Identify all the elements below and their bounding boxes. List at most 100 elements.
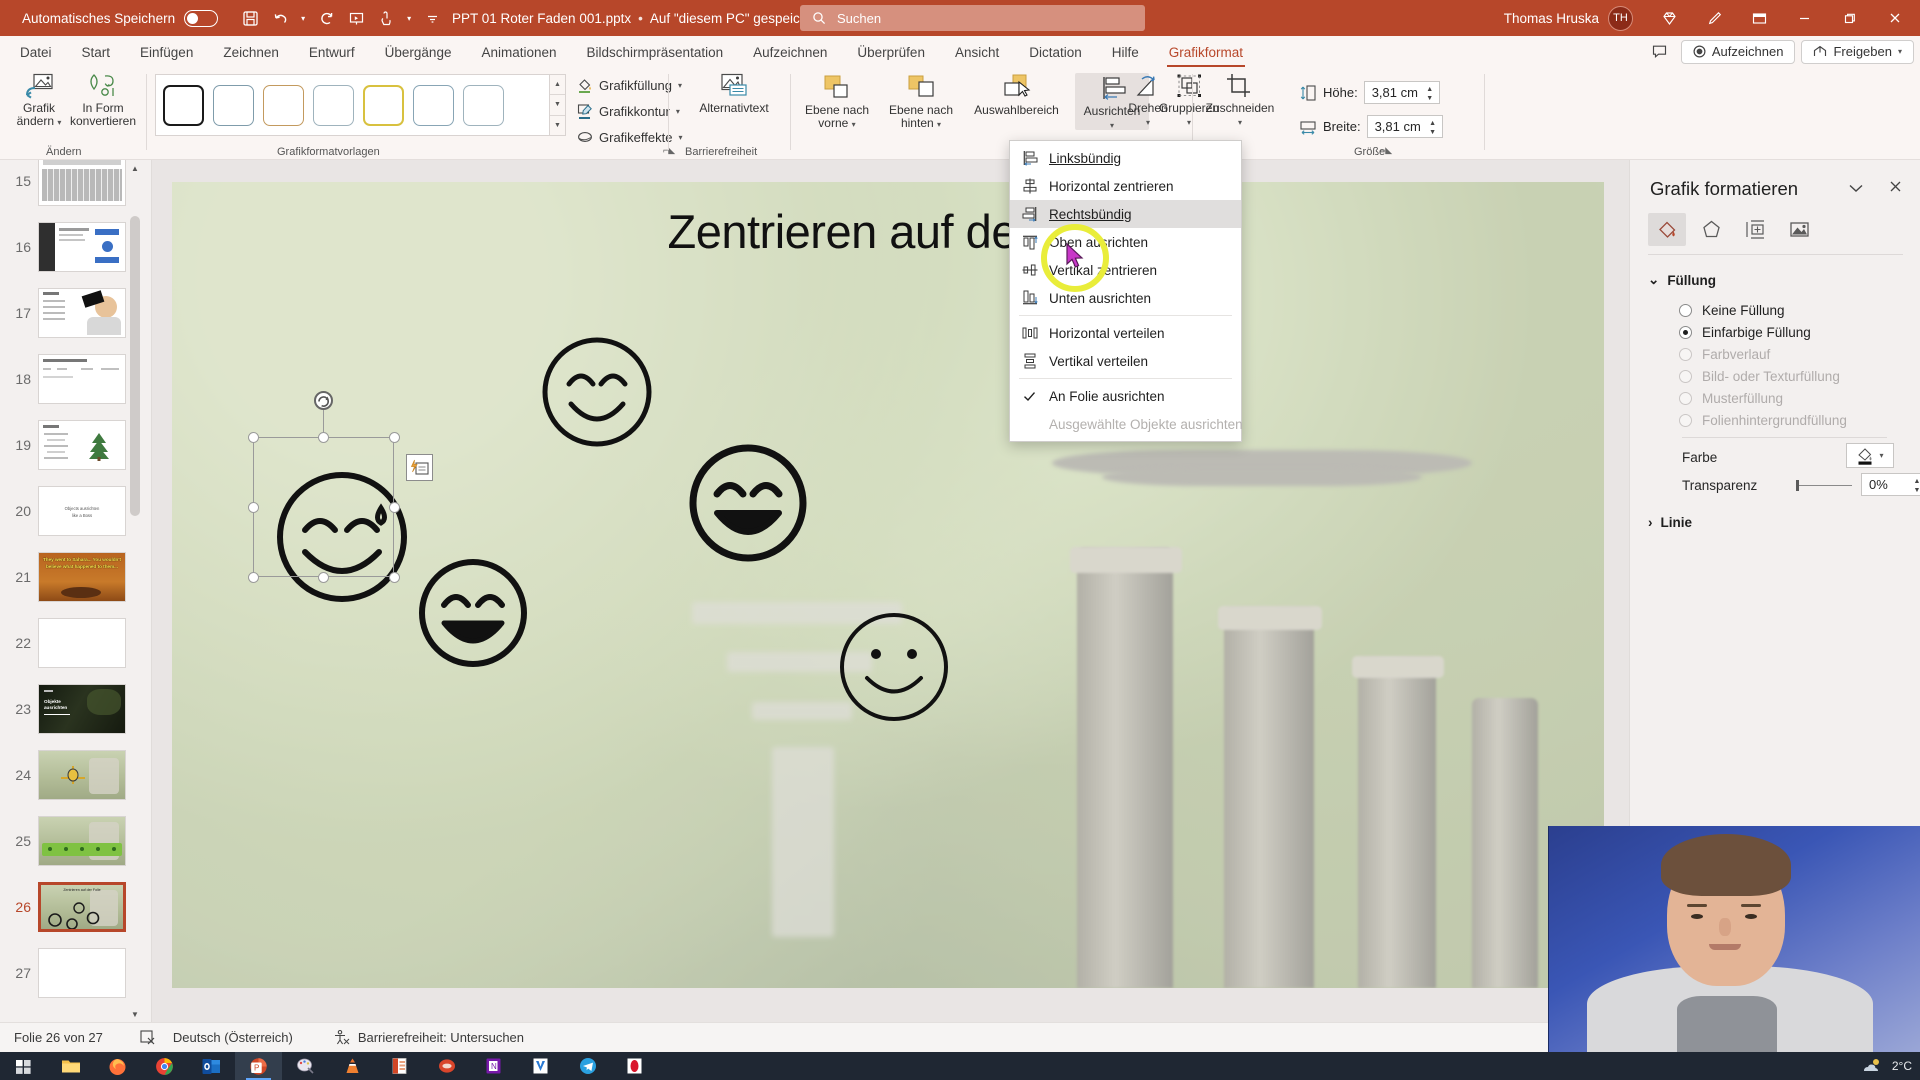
picture-effects-button[interactable]: Grafikeffekte ▾ — [577, 129, 682, 145]
tab-einfuegen[interactable]: Einfügen — [125, 38, 208, 67]
bring-forward-button[interactable]: Ebene nach vorne ▾ — [796, 73, 878, 131]
emoji-grinning-squint-face[interactable] — [537, 332, 657, 452]
menu-item-align-to-slide[interactable]: An Folie ausrichten — [1010, 382, 1241, 410]
thumbnail-slide-15[interactable] — [38, 160, 126, 206]
resize-handle-se[interactable] — [388, 571, 400, 583]
thumbnail-scrollbar[interactable]: ▲ ▼ — [128, 160, 142, 1022]
opera-icon[interactable] — [611, 1052, 658, 1080]
thumbnail-slide-25[interactable] — [38, 816, 126, 866]
width-stepper[interactable]: ▲ ▼ — [1427, 117, 1439, 138]
thumb-scroll-up-icon[interactable]: ▲ — [128, 160, 142, 176]
thumbnail-slide-18[interactable] — [38, 354, 126, 404]
thumbnail-slide-26[interactable]: Zentrieren auf der Folie — [38, 882, 126, 932]
picture-fill-button[interactable]: Grafikfüllung ▾ — [577, 77, 682, 93]
size-dialog-launcher-icon[interactable]: ⌐◣ — [1380, 145, 1392, 156]
minimize-button[interactable] — [1783, 0, 1826, 36]
thumb-scroll-thumb[interactable] — [130, 216, 140, 516]
menu-item-align-right[interactable]: Rechtsbündig — [1010, 200, 1241, 228]
spell-check-icon[interactable] — [139, 1029, 156, 1046]
panel-chevron-down-icon[interactable] — [1849, 180, 1863, 197]
thumbnail-slide-21[interactable]: They went to Sahara... You wouldn't beli… — [38, 552, 126, 602]
paste-options-button[interactable] — [406, 454, 433, 481]
transparency-stepper[interactable]: ▲ ▼ — [1911, 475, 1920, 496]
user-name[interactable]: Thomas Hruska — [1504, 11, 1599, 26]
excel-icon[interactable] — [376, 1052, 423, 1080]
tab-aufzeichnen[interactable]: Aufzeichnen — [738, 38, 842, 67]
redo-icon[interactable] — [313, 5, 339, 31]
styles-scroll-up-icon[interactable]: ▲ — [550, 75, 565, 94]
save-icon[interactable] — [237, 5, 263, 31]
tab-hilfe[interactable]: Hilfe — [1097, 38, 1154, 67]
resize-handle-s[interactable] — [318, 571, 329, 583]
radio-no-fill[interactable] — [1679, 304, 1692, 317]
accessibility-status[interactable]: Barrierefreiheit: Untersuchen — [333, 1029, 524, 1046]
thumbnail-slide-19[interactable] — [38, 420, 126, 470]
tab-zeichnen[interactable]: Zeichnen — [208, 38, 294, 67]
picture-styles-scroll[interactable]: ▲ ▼ ▼ — [550, 74, 566, 136]
tab-ueberpruefen[interactable]: Überprüfen — [842, 38, 940, 67]
option-solid-fill[interactable]: Einfarbige Füllung — [1679, 325, 1811, 340]
thumb-scroll-down-icon[interactable]: ▼ — [128, 1006, 142, 1022]
section-fill-header[interactable]: ⌄ Füllung — [1648, 272, 1716, 288]
resize-handle-e[interactable] — [388, 501, 400, 513]
height-input[interactable]: 3,81 cm ▲ ▼ — [1363, 81, 1440, 104]
resize-handle-ne[interactable] — [388, 431, 400, 443]
thumbnail-slide-22[interactable] — [38, 618, 126, 668]
tab-uebergaenge[interactable]: Übergänge — [370, 38, 467, 67]
picture-styles-gallery[interactable] — [155, 74, 550, 136]
picture-outline-button[interactable]: Grafikkontur ▾ — [577, 103, 680, 119]
tab-animationen[interactable]: Animationen — [466, 38, 571, 67]
emoji-grin-filled-lower[interactable] — [415, 555, 531, 671]
picture-style-5[interactable] — [363, 84, 404, 126]
onenote-icon[interactable]: N — [470, 1052, 517, 1080]
restore-button[interactable] — [1828, 0, 1871, 36]
undo-icon[interactable] — [267, 5, 293, 31]
slide-counter[interactable]: Folie 26 von 27 — [14, 1030, 103, 1045]
firefox-icon[interactable] — [94, 1052, 141, 1080]
crop-chevron-down-icon[interactable]: ▾ — [1238, 118, 1242, 127]
emoji-neutral-smile-face[interactable] — [835, 608, 953, 726]
menu-item-distribute-v[interactable]: Vertikal verteilen — [1010, 347, 1241, 375]
picture-style-6[interactable] — [413, 84, 454, 126]
pen-annotate-icon[interactable] — [1693, 0, 1736, 36]
styles-expand-icon[interactable]: ▼ — [550, 116, 565, 135]
resize-handle-n[interactable] — [318, 431, 329, 443]
resize-handle-w[interactable] — [247, 501, 259, 513]
present-icon[interactable] — [343, 5, 369, 31]
ribbon-display-options-icon[interactable] — [1738, 0, 1781, 36]
thumbnail-slide-16[interactable] — [38, 222, 126, 272]
panel-tab-fill[interactable] — [1648, 213, 1686, 246]
transparency-slider-knob[interactable] — [1796, 480, 1799, 491]
v-app-icon[interactable] — [517, 1052, 564, 1080]
alt-text-button[interactable]: Alternativtext — [688, 73, 780, 115]
fill-color-chevron-down-icon[interactable]: ▾ — [1879, 451, 1883, 460]
thumbnail-slide-20[interactable]: Objects ausrichten like a Boss — [38, 486, 126, 536]
language-indicator[interactable]: Deutsch (Österreich) — [173, 1030, 293, 1045]
menu-item-align-bottom[interactable]: Unten ausrichten — [1010, 284, 1241, 312]
picture-style-1[interactable] — [163, 84, 204, 126]
paint-icon[interactable] — [282, 1052, 329, 1080]
menu-item-align-center-h[interactable]: Horizontal zentrieren — [1010, 172, 1241, 200]
menu-item-distribute-h[interactable]: Horizontal verteilen — [1010, 319, 1241, 347]
chrome-icon[interactable] — [141, 1052, 188, 1080]
height-stepper[interactable]: ▲ ▼ — [1424, 83, 1436, 104]
width-input[interactable]: 3,81 cm ▲ ▼ — [1366, 115, 1443, 138]
thumbnail-slide-24[interactable] — [38, 750, 126, 800]
thumbnail-slide-23[interactable]: Objekte ausrichten — [38, 684, 126, 734]
search-box[interactable]: Suchen — [800, 5, 1145, 31]
menu-item-align-center-v[interactable]: Vertikal zentrieren — [1010, 256, 1241, 284]
tab-entwurf[interactable]: Entwurf — [294, 38, 370, 67]
touch-dropdown-icon[interactable]: ▾ — [403, 5, 415, 31]
resize-handle-sw[interactable] — [247, 571, 259, 583]
slide[interactable]: Zentrieren auf der Fol — [172, 182, 1604, 988]
rotate-chevron-down-icon[interactable]: ▾ — [1146, 118, 1150, 127]
slide-canvas-area[interactable]: Zentrieren auf der Fol — [152, 160, 1629, 1022]
powerpoint-icon[interactable]: P — [235, 1052, 282, 1080]
panel-tab-size[interactable] — [1736, 213, 1774, 246]
section-line-header[interactable]: › Linie — [1648, 515, 1692, 530]
picture-style-3[interactable] — [263, 84, 304, 126]
comments-icon[interactable] — [1645, 40, 1675, 64]
undo-dropdown-icon[interactable]: ▾ — [297, 5, 309, 31]
rotate-handle[interactable] — [314, 391, 333, 410]
thumbnail-slide-27[interactable] — [38, 948, 126, 998]
